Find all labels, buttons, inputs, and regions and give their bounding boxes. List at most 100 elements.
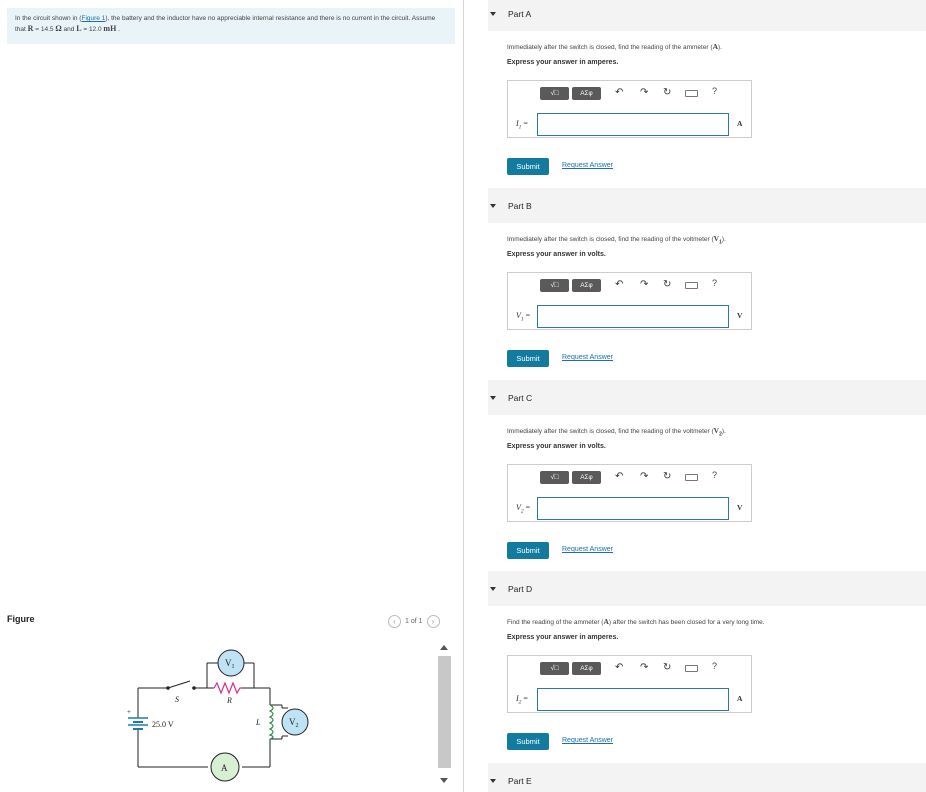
question-text: ).	[721, 428, 726, 435]
scroll-up-icon[interactable]	[440, 645, 448, 650]
redo-icon[interactable]: ↷	[640, 662, 648, 673]
answer-input[interactable]	[537, 688, 729, 711]
express-instruction: Express your answer in amperes.	[507, 634, 619, 641]
symbols-button[interactable]: ΑΣφ	[572, 662, 601, 675]
part-header[interactable]: Part B	[488, 188, 926, 223]
answer-unit: A	[737, 119, 743, 128]
help-icon[interactable]: ?	[712, 661, 717, 671]
submit-button[interactable]: Submit	[507, 158, 549, 175]
templates-button[interactable]: √□	[540, 471, 569, 484]
question-text: Immediately after the switch is closed, …	[507, 428, 714, 435]
templates-button[interactable]: √□	[540, 279, 569, 292]
resistor-label: R	[226, 696, 232, 705]
part-title: Part D	[508, 583, 533, 594]
scroll-thumb[interactable]	[438, 656, 451, 768]
problem-text: In the circuit shown in (	[15, 15, 82, 22]
part-title: Part A	[508, 8, 532, 19]
part-title: Part C	[508, 392, 533, 403]
answer-box: √□ ΑΣφ ↶ ↷ ↻ ? I2 = A	[507, 655, 752, 713]
templates-button[interactable]: √□	[540, 87, 569, 100]
scroll-down-icon[interactable]	[440, 778, 448, 783]
question-text: ).	[721, 236, 726, 243]
answer-unit: V	[737, 503, 743, 512]
undo-icon[interactable]: ↶	[615, 279, 623, 290]
express-instruction: Express your answer in volts.	[507, 443, 606, 450]
answer-unit: V	[737, 311, 743, 320]
help-icon[interactable]: ?	[712, 86, 717, 96]
express-instruction: Express your answer in amperes.	[507, 59, 619, 66]
undo-icon[interactable]: ↶	[615, 87, 623, 98]
symbols-button[interactable]: ΑΣφ	[572, 471, 601, 484]
answer-variable: V2 =	[516, 503, 530, 515]
figure-label: Figure	[7, 614, 35, 624]
keyboard-icon[interactable]	[685, 282, 698, 289]
figure-link[interactable]: Figure 1	[81, 15, 105, 22]
answer-input[interactable]	[537, 305, 729, 328]
battery-label: 25.0 V	[152, 720, 174, 729]
part-question: Immediately after the switch is closed, …	[507, 42, 722, 51]
templates-button[interactable]: √□	[540, 662, 569, 675]
question-text: ).	[718, 44, 722, 51]
inductor-symbol	[268, 704, 274, 740]
request-answer-link[interactable]: Request Answer	[562, 737, 613, 744]
figure-scrollbar[interactable]	[436, 640, 453, 790]
redo-icon[interactable]: ↷	[640, 471, 648, 482]
request-answer-link[interactable]: Request Answer	[562, 354, 613, 361]
part-question: Immediately after the switch is closed, …	[507, 234, 726, 245]
expand-triangle-icon	[490, 778, 496, 783]
reset-icon[interactable]: ↻	[663, 471, 671, 482]
keyboard-icon[interactable]	[685, 665, 698, 672]
answer-input[interactable]	[537, 113, 729, 136]
collapse-triangle-icon	[490, 395, 496, 400]
answer-variable: I2 =	[516, 694, 528, 706]
express-instruction: Express your answer in volts.	[507, 251, 606, 258]
redo-icon[interactable]: ↷	[640, 279, 648, 290]
redo-icon[interactable]: ↷	[640, 87, 648, 98]
part-header[interactable]: Part A	[488, 0, 926, 31]
answer-variable: I1 =	[516, 119, 528, 131]
part-e-header[interactable]: Part E	[488, 763, 926, 792]
part-header[interactable]: Part C	[488, 380, 926, 415]
equals-sign: =	[521, 119, 528, 128]
circuit-diagram: V1 V2 A S R L 25.0 V +	[127, 649, 309, 782]
answer-box: √□ ΑΣφ ↶ ↷ ↻ ? V2 = V	[507, 464, 752, 522]
undo-icon[interactable]: ↶	[615, 471, 623, 482]
question-text: Immediately after the switch is closed, …	[507, 236, 714, 243]
chevron-left-icon[interactable]: ‹	[388, 615, 401, 628]
switch-label: S	[175, 695, 179, 704]
help-icon[interactable]: ?	[712, 278, 717, 288]
answer-box: √□ ΑΣφ ↶ ↷ ↻ ? V1 = V	[507, 272, 752, 330]
part-title: Part B	[508, 200, 532, 211]
submit-button[interactable]: Submit	[507, 350, 549, 367]
symbols-button[interactable]: ΑΣφ	[572, 279, 601, 292]
collapse-triangle-icon	[490, 203, 496, 208]
l-value: = 12.0	[81, 26, 104, 33]
symbols-button[interactable]: ΑΣφ	[572, 87, 601, 100]
battery-plus: +	[127, 708, 131, 716]
switch-contact	[192, 686, 196, 690]
equals-sign: =	[523, 311, 531, 320]
undo-icon[interactable]: ↶	[615, 662, 623, 673]
ammeter-label: A	[221, 763, 228, 773]
help-icon[interactable]: ?	[712, 470, 717, 480]
collapse-triangle-icon	[490, 11, 496, 16]
figure-pager: ‹ 1 of 1 ›	[388, 615, 440, 628]
reset-icon[interactable]: ↻	[663, 662, 671, 673]
keyboard-icon[interactable]	[685, 474, 698, 481]
battery-symbol	[128, 717, 148, 730]
reset-icon[interactable]: ↻	[663, 87, 671, 98]
question-text: Immediately after the switch is closed, …	[507, 44, 713, 51]
equals-sign: =	[521, 694, 528, 703]
submit-button[interactable]: Submit	[507, 733, 549, 750]
chevron-right-icon[interactable]: ›	[426, 615, 440, 628]
request-answer-link[interactable]: Request Answer	[562, 162, 613, 169]
reset-icon[interactable]: ↻	[663, 279, 671, 290]
answer-input[interactable]	[537, 497, 729, 520]
pager-text: 1 of 1	[405, 618, 423, 625]
part-header[interactable]: Part D	[488, 571, 926, 606]
keyboard-icon[interactable]	[685, 90, 698, 97]
request-answer-link[interactable]: Request Answer	[562, 546, 613, 553]
question-text: ) after the switch has been closed for a…	[608, 619, 765, 626]
problem-text: .	[116, 26, 120, 33]
submit-button[interactable]: Submit	[507, 542, 549, 559]
